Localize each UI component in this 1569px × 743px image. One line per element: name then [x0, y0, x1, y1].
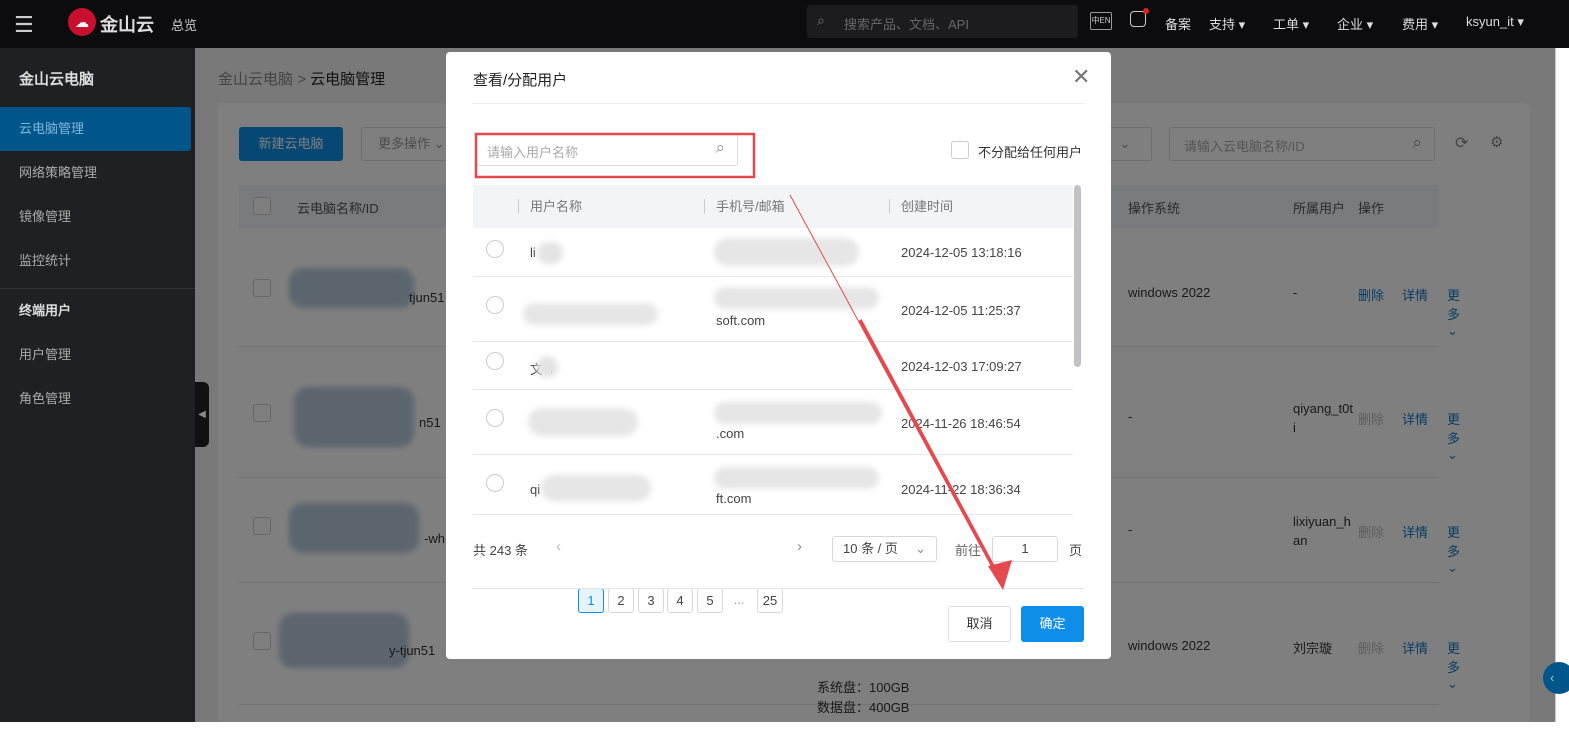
user-table-header: 用户名称 手机号/邮箱 创建时间 [473, 185, 1073, 228]
user-row[interactable]: 文 i 2024-12-03 17:09:27 [473, 342, 1073, 390]
row-radio[interactable] [486, 474, 504, 492]
user-row[interactable]: li o 2024-12-05 13:18:16 [473, 228, 1073, 277]
cancel-button[interactable]: 取消 [948, 606, 1011, 642]
table-scrollbar[interactable] [1074, 185, 1081, 367]
nav-billing[interactable]: 费用 ▾ [1402, 14, 1438, 33]
modal-title: 查看/分配用户 [473, 72, 568, 89]
user-row[interactable]: qi ft.com 2024-11-22 18:36:34 [473, 455, 1073, 515]
sidebar-title: 金山云电脑 [19, 71, 95, 88]
sidebar: 金山云电脑 云电脑管理 网络策略管理 镜像管理 监控统计 终端用户 用户管理 角… [0, 48, 195, 722]
logo-icon: ☁ [68, 8, 96, 36]
nav-enterprise[interactable]: 企业 ▾ [1337, 14, 1373, 33]
username: qi [530, 482, 541, 497]
sidebar-item-users[interactable]: 用户管理 [0, 333, 191, 377]
goto-label: 前往 [955, 543, 982, 558]
overview-link[interactable]: 总览 [171, 15, 197, 34]
total-count: 共 243 条 [473, 543, 528, 558]
row-radio[interactable] [486, 409, 504, 427]
page-button-5[interactable]: 5 [697, 588, 723, 613]
user-row[interactable]: soft.com 2024-12-05 11:25:37 [473, 277, 1073, 342]
page-ellipsis[interactable]: ... [726, 588, 752, 613]
page-button-3[interactable]: 3 [638, 588, 664, 613]
redacted [714, 238, 859, 266]
user-table: 用户名称 手机号/邮箱 创建时间 li o 2024-12-05 13:18:1… [473, 185, 1073, 515]
nav-ticket[interactable]: 工单 ▾ [1273, 14, 1309, 33]
page-button-4[interactable]: 4 [667, 588, 693, 613]
created-time: 2024-12-05 11:25:37 [901, 303, 1021, 318]
menu-icon[interactable]: ☰ [14, 12, 34, 38]
user-menu[interactable]: ksyun_it ▾ [1466, 14, 1524, 30]
no-assign-checkbox[interactable] [951, 141, 969, 159]
prev-page-icon[interactable]: ‹ [556, 538, 561, 555]
created-time: 2024-11-22 18:36:34 [901, 482, 1021, 497]
row-radio[interactable] [486, 296, 504, 314]
search-icon[interactable]: ⌕ [715, 138, 725, 158]
top-bar: ☰ ☁ 金山云 总览 ⌕ 搜索产品、文档、API 中EN 备案 支持 ▾ 工单 … [0, 0, 1569, 48]
collapse-float-button[interactable]: ‹ [1543, 662, 1569, 694]
close-icon[interactable]: ✕ [1072, 64, 1090, 90]
sidebar-item-cloud-pc[interactable]: 云电脑管理 [0, 107, 191, 151]
sidebar-item-network-policy[interactable]: 网络策略管理 [0, 151, 191, 195]
brand-name: 金山云 [100, 15, 154, 35]
language-icon[interactable]: 中EN [1090, 12, 1112, 30]
sidebar-collapse-handle[interactable]: ◀ [195, 382, 209, 447]
redacted [714, 467, 879, 489]
page-scrollbar[interactable] [1555, 48, 1569, 722]
redacted [541, 475, 651, 501]
no-assign-label[interactable]: 不分配给任何用户 [978, 142, 1082, 161]
message-icon[interactable] [1130, 8, 1149, 27]
search-placeholder: 搜索产品、文档、API [844, 17, 969, 32]
created-time: 2024-11-26 18:46:54 [901, 416, 1021, 431]
user-row[interactable]: .com 2024-11-26 18:46:54 [473, 390, 1073, 455]
sidebar-item-roles[interactable]: 角色管理 [0, 377, 191, 421]
contact: soft.com [716, 313, 766, 328]
nav-support[interactable]: 支持 ▾ [1209, 14, 1245, 33]
nav-filing[interactable]: 备案 [1165, 14, 1191, 33]
page-unit-label: 页 [1069, 543, 1083, 558]
column-header-created: 创建时间 [888, 185, 953, 228]
row-radio[interactable] [486, 240, 504, 258]
redacted [714, 402, 882, 424]
contact: .com [716, 426, 745, 441]
user-search-input[interactable]: 请输入用户名称 ⌕ [476, 133, 738, 166]
created-time: 2024-12-03 17:09:27 [901, 359, 1022, 374]
row-radio[interactable] [486, 352, 504, 370]
divider [472, 588, 1085, 589]
sidebar-item-images[interactable]: 镜像管理 [0, 195, 191, 239]
divider [472, 103, 1085, 104]
page-button-1[interactable]: 1 [578, 588, 604, 613]
assign-user-modal: 查看/分配用户 ✕ 请输入用户名称 ⌕ 不分配给任何用户 用户名称 手机号/邮箱… [446, 52, 1111, 659]
redacted [523, 303, 658, 325]
contact: ft.com [716, 491, 752, 506]
page-size-select[interactable]: 10 条 / 页 ⌄ [832, 536, 937, 562]
redacted [536, 356, 558, 378]
page-button-2[interactable]: 2 [608, 588, 634, 613]
created-time: 2024-12-05 13:18:16 [901, 245, 1022, 260]
page-button-25[interactable]: 25 [757, 588, 783, 613]
redacted [714, 287, 879, 309]
search-placeholder: 请输入用户名称 [487, 145, 579, 160]
column-header-username: 用户名称 [517, 185, 582, 228]
goto-page-input[interactable]: 1 [992, 536, 1058, 562]
global-search[interactable]: ⌕ 搜索产品、文档、API [807, 5, 1078, 38]
redacted [537, 242, 563, 264]
sidebar-item-monitoring[interactable]: 监控统计 [0, 239, 191, 283]
search-icon: ⌕ [817, 12, 825, 28]
sidebar-section-end-users: 终端用户 [19, 303, 72, 318]
redacted [528, 408, 638, 436]
column-header-contact: 手机号/邮箱 [704, 185, 785, 228]
confirm-button[interactable]: 确定 [1021, 606, 1084, 642]
next-page-icon[interactable]: › [797, 538, 802, 555]
